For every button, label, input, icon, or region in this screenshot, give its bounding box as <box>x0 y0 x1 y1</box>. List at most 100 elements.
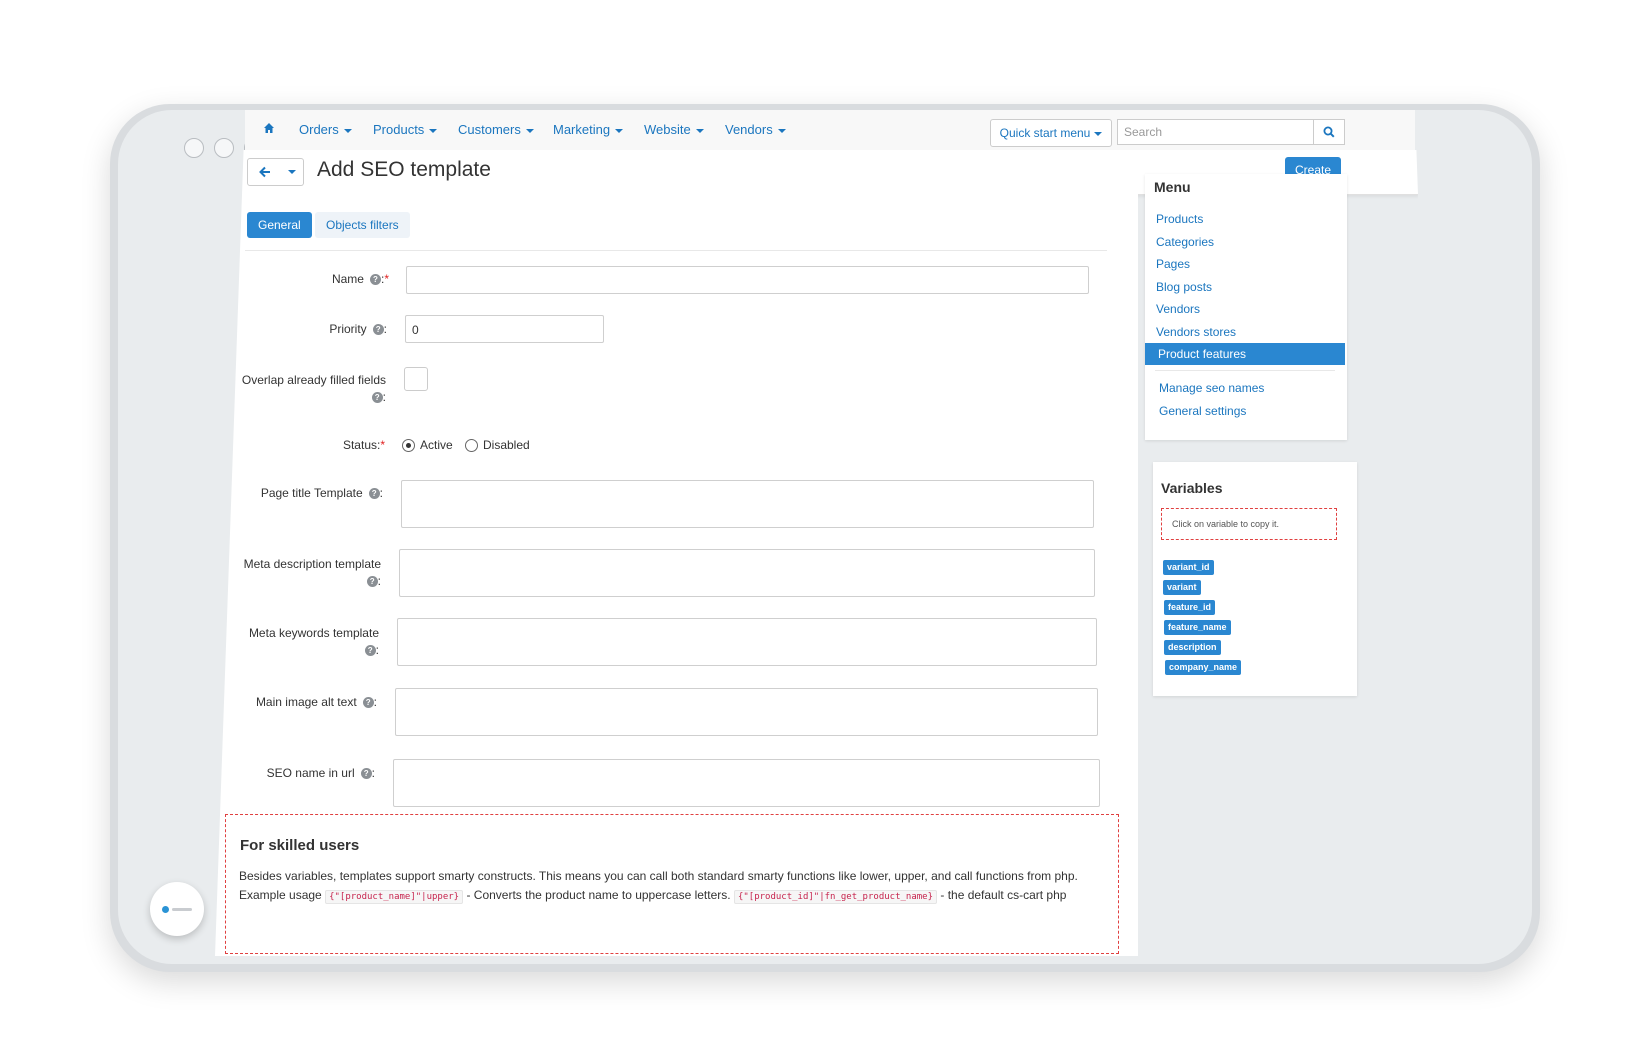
status-active-radio[interactable] <box>402 439 415 452</box>
status-active-label: Active <box>420 438 453 452</box>
skilled-users-note: For skilled users Besides variables, tem… <box>225 814 1119 954</box>
home-icon[interactable] <box>263 122 275 134</box>
sidebar-item-general-settings[interactable]: General settings <box>1159 404 1246 418</box>
brand-logo <box>150 882 204 936</box>
name-label-text: Name <box>331 272 364 286</box>
help-icon[interactable]: ? <box>364 645 376 657</box>
meta-keywords-label: Meta keywords template?: <box>225 625 379 659</box>
status-disabled-label: Disabled <box>483 438 530 452</box>
nav-customers-label: Customers <box>458 122 521 137</box>
meta-keywords-label-text: Meta keywords template <box>248 626 379 640</box>
quick-start-menu-button[interactable]: Quick start menu <box>990 119 1112 147</box>
help-icon[interactable]: ? <box>369 274 381 286</box>
nav-website-label: Website <box>644 122 691 137</box>
tab-objects-filters[interactable]: Objects filters <box>315 212 410 238</box>
sidebar-item-product-features[interactable]: Product features <box>1145 343 1345 365</box>
back-button[interactable] <box>247 158 283 186</box>
sidebar-item-manage-seo-names[interactable]: Manage seo names <box>1159 381 1264 395</box>
help-icon[interactable]: ? <box>372 324 384 336</box>
main-image-alt-label: Main image alt text?: <box>225 695 377 709</box>
help-icon[interactable]: ? <box>362 697 374 709</box>
nav-marketing[interactable]: Marketing <box>553 122 624 137</box>
sidebar-item-products[interactable]: Products <box>1156 212 1203 226</box>
example-prefix: Example usage <box>239 888 322 902</box>
name-input[interactable] <box>406 266 1089 294</box>
nav-vendors[interactable]: Vendors <box>725 122 786 137</box>
search-icon <box>1323 126 1335 138</box>
nav-customers[interactable]: Customers <box>458 122 534 137</box>
help-icon[interactable]: ? <box>368 488 380 500</box>
page-title-template-label: Page title Template?: <box>235 486 383 500</box>
variable-tag-variant[interactable]: variant <box>1163 580 1201 595</box>
variable-tag-company-name[interactable]: company_name <box>1165 660 1242 675</box>
variables-hint: Click on variable to copy it. <box>1161 508 1337 540</box>
code-example-1-desc: - Converts the product name to uppercase… <box>466 888 731 902</box>
chevron-down-icon <box>343 128 352 133</box>
chevron-down-icon <box>288 170 296 174</box>
meta-keywords-textarea[interactable] <box>397 618 1097 666</box>
skilled-users-text: Besides variables, templates support sma… <box>239 867 1119 907</box>
chevron-down-icon <box>695 128 704 133</box>
variable-tag-feature-id[interactable]: feature_id <box>1164 600 1216 615</box>
history-dropdown-button[interactable] <box>281 158 304 186</box>
overlap-label-text: Overlap already filled fields <box>241 373 386 387</box>
meta-description-textarea[interactable] <box>399 549 1095 597</box>
chevron-down-icon <box>429 128 438 133</box>
code-example-2: {"[product_id]"|fn_get_product_name} <box>733 890 938 904</box>
sidebar-item-product-features-label: Product features <box>1158 347 1247 361</box>
help-icon[interactable]: ? <box>360 768 372 780</box>
nav-marketing-label: Marketing <box>553 122 611 137</box>
skilled-users-line1: Besides variables, templates support sma… <box>239 869 1078 883</box>
sidebar-item-pages[interactable]: Pages <box>1156 257 1190 271</box>
window-dot <box>184 138 204 158</box>
nav-products-label: Products <box>373 122 425 137</box>
variable-tag-description[interactable]: description <box>1164 640 1221 655</box>
priority-input[interactable]: 0 <box>405 315 604 343</box>
label-colon: : <box>379 486 383 500</box>
nav-website[interactable]: Website <box>644 122 704 137</box>
nav-orders-label: Orders <box>299 122 339 137</box>
chevron-down-icon <box>1094 131 1103 136</box>
seo-name-textarea[interactable] <box>393 759 1100 807</box>
seo-name-label-text: SEO name in url <box>266 766 355 780</box>
variables-title: Variables <box>1161 480 1223 496</box>
chevron-down-icon <box>615 128 624 133</box>
variables-panel: Variables Click on variable to copy it. … <box>1153 462 1357 696</box>
help-icon[interactable]: ? <box>371 392 383 404</box>
nav-orders[interactable]: Orders <box>299 122 352 137</box>
sidebar-item-blog-posts[interactable]: Blog posts <box>1156 280 1212 294</box>
sidebar-item-categories[interactable]: Categories <box>1156 235 1214 249</box>
app-screen: Orders Products Customers Marketing Webs… <box>215 110 1445 956</box>
nav-vendors-label: Vendors <box>725 122 773 137</box>
main-image-alt-textarea[interactable] <box>395 688 1098 736</box>
search-input[interactable]: Search <box>1117 119 1313 145</box>
status-label: Status:* <box>255 438 385 452</box>
tab-general[interactable]: General <box>247 212 312 238</box>
page-title-template-textarea[interactable] <box>401 480 1094 528</box>
arrow-left-icon <box>259 166 270 178</box>
main-image-alt-label-text: Main image alt text <box>255 695 357 709</box>
help-icon[interactable]: ? <box>366 576 378 588</box>
overlap-checkbox[interactable] <box>404 367 428 391</box>
search-button[interactable] <box>1313 119 1345 145</box>
code-example-1: {"[product_name]"|upper} <box>325 890 464 904</box>
label-colon: : <box>371 766 375 780</box>
priority-label-text: Priority <box>329 322 367 336</box>
chevron-down-icon <box>525 128 534 133</box>
required-marker: * <box>380 438 385 452</box>
top-navigation: Orders Products Customers Marketing Webs… <box>245 110 1415 151</box>
nav-products[interactable]: Products <box>373 122 438 137</box>
status-disabled-radio[interactable] <box>465 439 478 452</box>
label-colon: : <box>375 643 379 657</box>
seo-name-label: SEO name in url?: <box>225 766 375 780</box>
variable-tag-variant-id[interactable]: variant_id <box>1163 560 1214 575</box>
sidebar-item-vendors[interactable]: Vendors <box>1156 302 1200 316</box>
meta-description-label-text: Meta description template <box>243 557 381 571</box>
sidebar-item-vendors-stores[interactable]: Vendors stores <box>1156 325 1236 339</box>
main-content: General Objects filters Name?: * Priority… <box>215 194 1138 956</box>
quick-start-label: Quick start menu <box>999 126 1091 140</box>
code-example-2-desc: - the default cs-cart php <box>940 888 1067 902</box>
overlap-label: Overlap already filled fields?: <box>235 372 386 406</box>
variable-tag-feature-name[interactable]: feature_name <box>1164 620 1231 635</box>
sidebar-menu: Menu Products Categories Pages Blog post… <box>1145 174 1347 440</box>
